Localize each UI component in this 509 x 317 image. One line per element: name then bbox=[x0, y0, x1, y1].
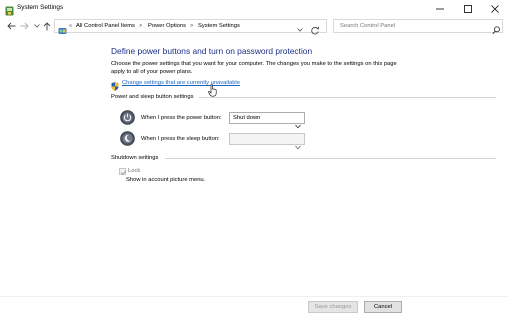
address-bar[interactable]: « All Control Panel Items > Power Option… bbox=[54, 19, 327, 34]
power-sleep-section-title: Power and sleep button settings bbox=[111, 94, 194, 100]
section-divider bbox=[165, 158, 496, 159]
section-divider bbox=[199, 97, 496, 98]
cancel-button[interactable]: Cancel bbox=[364, 301, 402, 313]
chevron-down-icon bbox=[295, 137, 301, 150]
power-options-icon bbox=[5, 3, 14, 16]
page-heading: Define power buttons and turn on passwor… bbox=[111, 46, 313, 56]
minimize-button[interactable] bbox=[426, 0, 454, 17]
breadcrumb-all-control-panel-items[interactable]: All Control Panel Items bbox=[76, 22, 135, 31]
sleep-button-icon bbox=[120, 131, 135, 146]
breadcrumb-power-options[interactable]: Power Options bbox=[148, 22, 186, 31]
maximize-button[interactable] bbox=[454, 0, 482, 17]
uac-shield-icon bbox=[111, 78, 119, 91]
shutdown-section-title: Shutdown settings bbox=[111, 155, 159, 161]
title-bar: System Settings bbox=[0, 0, 509, 17]
back-arrow-icon[interactable] bbox=[7, 21, 16, 31]
forward-arrow-icon[interactable] bbox=[20, 21, 29, 31]
system-settings-window: System Settings « All Control Panel Item… bbox=[0, 0, 509, 317]
hand-cursor-icon bbox=[208, 84, 218, 97]
up-arrow-icon[interactable] bbox=[43, 21, 51, 31]
breadcrumb-overflow[interactable]: « bbox=[69, 22, 72, 31]
lock-description: Show in account picture menu. bbox=[126, 177, 206, 183]
lock-checkbox[interactable] bbox=[119, 168, 127, 175]
power-button-label: When I press the power button: bbox=[141, 115, 222, 121]
chevron-down-icon bbox=[295, 116, 301, 129]
close-button[interactable] bbox=[481, 0, 509, 17]
window-title: System Settings bbox=[17, 4, 64, 11]
power-button-action-select[interactable]: Shut down bbox=[229, 112, 305, 129]
save-changes-button[interactable]: Save changes bbox=[308, 301, 358, 313]
control-panel-icon bbox=[58, 22, 67, 34]
address-dropdown-chevron-icon[interactable] bbox=[296, 21, 304, 32]
navigation-bar: « All Control Panel Items > Power Option… bbox=[0, 17, 509, 35]
lock-checkbox-label: Lock bbox=[128, 168, 141, 174]
power-button-icon bbox=[120, 110, 135, 125]
sleep-button-label: When I press the sleep button: bbox=[141, 136, 220, 142]
footer-divider bbox=[0, 296, 509, 297]
search-icon[interactable] bbox=[492, 22, 500, 35]
search-box[interactable]: Search Control Panel bbox=[333, 19, 503, 35]
breadcrumb-separator: > bbox=[190, 23, 194, 29]
breadcrumb-system-settings[interactable]: System Settings bbox=[198, 22, 240, 31]
search-input[interactable]: Search Control Panel bbox=[340, 22, 395, 31]
refresh-icon[interactable] bbox=[310, 22, 320, 35]
recent-locations-chevron-icon[interactable] bbox=[33, 21, 40, 31]
power-button-selected-value: Shut down bbox=[233, 115, 261, 121]
breadcrumb-separator: > bbox=[139, 23, 143, 29]
change-unavailable-settings-link[interactable]: Change settings that are currently unava… bbox=[122, 79, 240, 87]
page-description: Choose the power settings that you want … bbox=[111, 61, 397, 75]
sleep-button-action-select[interactable] bbox=[229, 133, 305, 150]
